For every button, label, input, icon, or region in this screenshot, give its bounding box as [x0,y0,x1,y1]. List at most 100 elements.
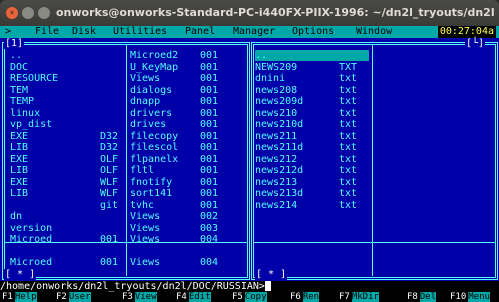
right-file-panel[interactable]: [└] .. NEWS209 TXT dnini txt news208 txt news20… [251,38,499,281]
file-name: Microed [10,257,53,268]
left-col1-file-row[interactable]: dn [10,211,124,222]
left-col1-file-row[interactable]: vp_dist [10,119,124,130]
left-col2-file-row[interactable]: drivers 001 [130,108,246,119]
left-col2-file-row[interactable]: drives 001 [130,119,246,130]
title-bar: × onworks@onworks-Standard-PC-i440FX-PII… [0,0,499,26]
fkey-number: F8 [407,292,418,302]
fkey-f10[interactable]: F10 Menu [450,292,490,302]
right-col1-file-row[interactable]: news213d txt [255,188,369,199]
file-extension: 002 [200,211,219,222]
file-extension: 001 [200,199,219,211]
menu-window[interactable]: Window [356,26,392,38]
left-col2-file-row[interactable]: U_KeyMap 001 [130,62,246,73]
file-name: dnini [255,73,286,84]
fkey-label: Edit [188,292,211,302]
close-window-button[interactable]: × [6,7,18,19]
file-name: news211 [255,130,298,142]
left-col1-file-row[interactable]: EXE D32 [10,131,124,142]
right-col1-file-row[interactable]: news210 txt [255,108,369,119]
fkey-f4[interactable]: F4 Edit [176,292,211,302]
minimize-window-button[interactable] [22,7,34,19]
left-file-panel[interactable]: [1] .. DOC RESOURCE TEM TEMP linux vp_dist EXE D… [0,38,251,281]
maximize-window-button[interactable] [38,7,50,19]
left-col2-file-row[interactable]: tvhc 001 [130,200,246,211]
right-col1-file-row[interactable]: NEWS209 TXT [255,62,369,73]
left-col2-file-row[interactable]: fnotify 001 [130,177,246,188]
left-col2-file-row[interactable]: Microed2 001 [130,50,246,61]
left-col2-file-row[interactable]: Views 004 [130,257,246,268]
left-col1-file-row[interactable]: version [10,223,124,234]
left-col2-file-row[interactable]: sort141 001 [130,188,246,199]
left-col2-file-row[interactable]: fltl 001 [130,165,246,176]
fkey-f5[interactable]: F5 Copy [232,292,267,302]
fkey-f8[interactable]: F8 Del [407,292,437,302]
fkey-f6[interactable]: F6 Ren [290,292,320,302]
file-name: fltl [130,165,155,176]
left-col2-file-row[interactable]: Views 003 [130,223,246,234]
fkey-f3[interactable]: F3 View [122,292,157,302]
right-col1-file-row[interactable]: news211d txt [255,142,369,153]
right-col1-file-row[interactable]: news214 txt [255,200,369,211]
right-col1-file-row[interactable]: news212 txt [255,154,369,165]
file-name: news209d [255,96,304,107]
left-col1-file-row[interactable]: RESOURCE [10,73,124,84]
fkey-number: F1 [2,292,13,302]
menu-disk[interactable]: Disk [72,26,96,38]
command-line[interactable]: /home/onworks/dn2l_tryouts/dn2l/DOC/RUSS… [0,281,499,292]
left-col1-file-row[interactable]: linux [10,108,124,119]
menu-file[interactable]: File [35,26,59,38]
file-name: RESOURCE [10,73,59,84]
left-col1-file-row[interactable]: Microed 001 [10,234,124,245]
left-col1-file-row[interactable]: EXE WLF [10,177,124,188]
left-col1-file-row[interactable]: LIB WLF [10,188,124,199]
right-col1-file-row[interactable]: news210d txt [255,119,369,130]
left-col1-file-row[interactable]: TEM [10,85,124,96]
clock: 00:27:04a [437,26,496,38]
file-name: EXE [10,130,29,142]
left-col1-file-row[interactable]: EXE OLF [10,154,124,165]
file-extension: 001 [200,119,219,130]
file-extension: txt [339,176,358,188]
file-extension: txt [339,165,358,176]
file-name: news213 [255,176,298,188]
left-col1-file-row[interactable]: TEMP [10,96,124,107]
left-col2-file-row[interactable]: dialogs 001 [130,85,246,96]
right-col1-file-row[interactable]: news209d txt [255,96,369,107]
left-col1-file-row[interactable]: LIB OLF [10,165,124,176]
fkey-f1[interactable]: F1 Help [2,292,37,302]
left-col2-file-row[interactable]: Views 004 [130,234,246,245]
left-col1-file-row[interactable]: git [10,200,124,211]
fkey-label: User [68,292,91,302]
fkey-number: F6 [290,292,301,302]
left-col1-file-row[interactable]: .. [10,50,124,61]
fkey-label: Ren [302,292,320,302]
left-col2-file-row[interactable]: Views 002 [130,211,246,222]
left-col2-file-row[interactable]: Views 001 [130,73,246,84]
menu-options[interactable]: Options [292,26,334,38]
menu-utilities[interactable]: Utilities [113,26,167,38]
right-col1-file-row[interactable]: news212d txt [255,165,369,176]
right-col1-file-row[interactable]: news208 txt [255,85,369,96]
right-col1-file-row[interactable]: news211 txt [255,131,369,142]
fkey-f7[interactable]: F7 MkDir [339,292,379,302]
left-col2-file-row[interactable]: filescol 001 [130,142,246,153]
right-col1-file-row[interactable]: news213 txt [255,177,369,188]
right-col1-file-row[interactable]: dnini txt [255,73,369,84]
file-extension: 003 [200,222,219,234]
file-name: news210 [255,107,298,119]
left-col2-file-row[interactable]: dnapp 001 [130,96,246,107]
file-name: Views [130,211,161,222]
menu-manager[interactable]: Manager [233,26,275,38]
left-col1-file-row[interactable]: DOC [10,62,124,73]
menu-panel[interactable]: Panel [185,26,215,38]
fkey-f2[interactable]: F2 User [56,292,91,302]
file-name: news210d [255,119,304,130]
function-key-bar: F1 Help F2 User F3 View F4 Edit F5 Copy F6 Ren F7 MkD… [0,292,499,302]
left-col2-file-row[interactable]: flpanelx 001 [130,154,246,165]
left-panel-title: [1] [4,38,25,49]
left-col2-file-row[interactable]: filecopy 001 [130,131,246,142]
right-col1-file-row[interactable]: .. [255,50,369,61]
left-col1-file-row[interactable]: LIB D32 [10,142,124,153]
left-col1-file-row[interactable]: Microed 001 [10,257,124,268]
file-extension: 001 [100,257,119,268]
